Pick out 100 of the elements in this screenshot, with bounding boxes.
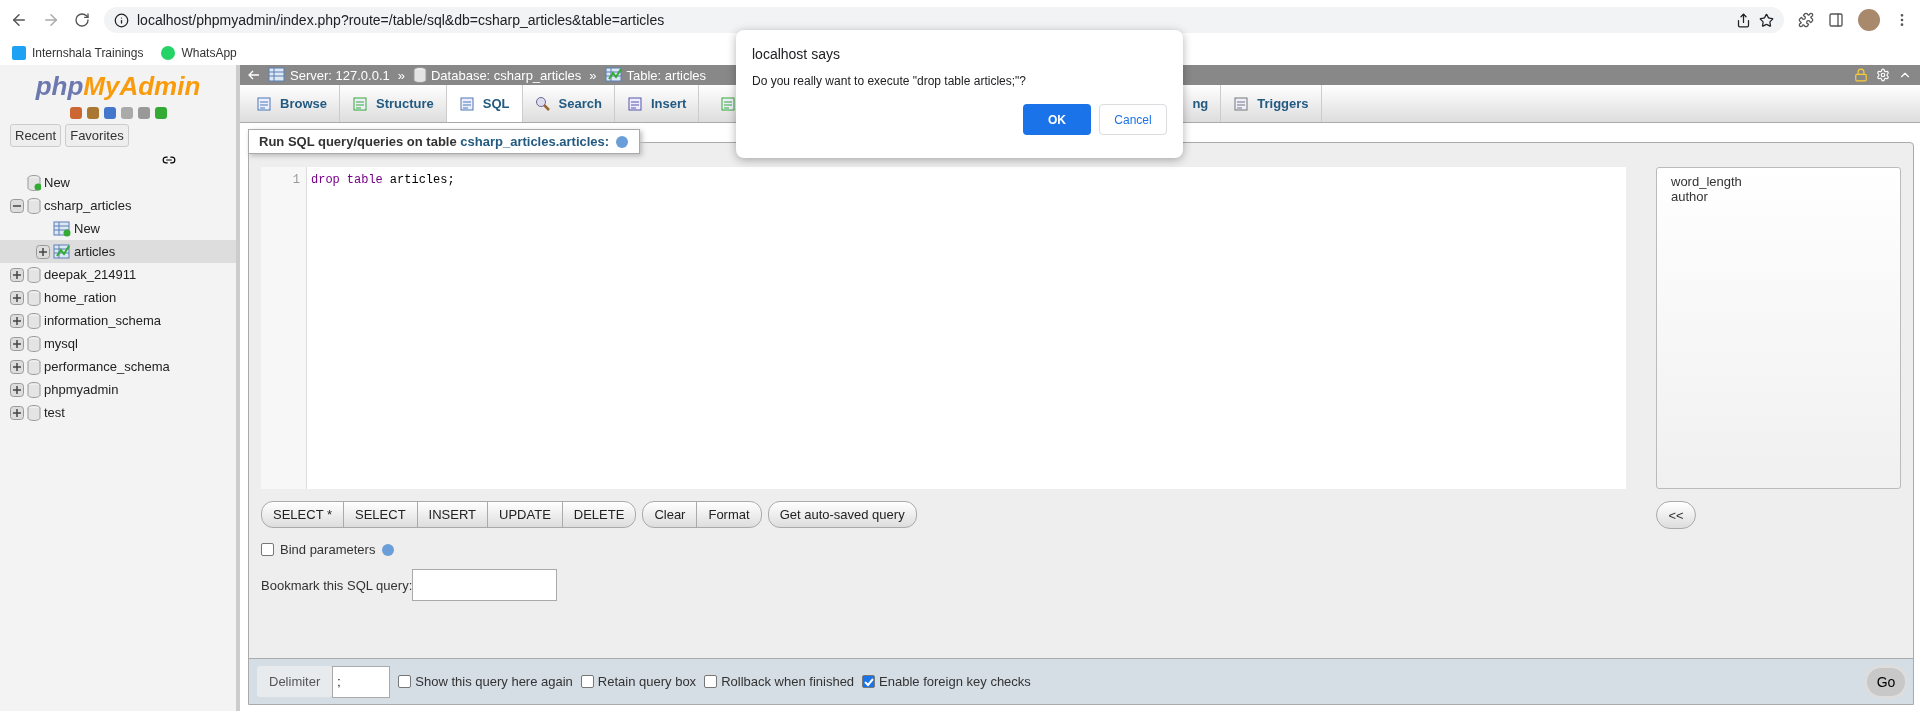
sidebar-tab[interactable]: Favorites [65, 124, 129, 147]
toolbar-icon[interactable] [102, 106, 117, 120]
help-icon[interactable] [381, 542, 396, 557]
toolbar-icon[interactable] [136, 106, 151, 120]
query-button[interactable]: DELETE [562, 502, 636, 527]
query-button[interactable]: Format [697, 502, 761, 527]
lock-icon[interactable] [1854, 68, 1868, 82]
expand-icon[interactable] [36, 244, 50, 259]
column-name[interactable]: word_length [1671, 174, 1886, 189]
side-panel-icon[interactable] [1828, 12, 1844, 28]
ok-button[interactable]: OK [1023, 104, 1091, 135]
tab[interactable]: Insert [614, 85, 700, 122]
query-button[interactable]: UPDATE [488, 502, 563, 527]
collapse-icon[interactable] [10, 198, 24, 213]
checkbox[interactable] [398, 675, 412, 688]
insert-column-button[interactable]: << [1656, 501, 1696, 529]
toolbar-icon[interactable] [153, 106, 168, 120]
expand-icon[interactable] [10, 359, 24, 374]
logo[interactable]: phpMyAdmin [0, 65, 236, 102]
bookmark-field[interactable] [412, 569, 558, 601]
query-button[interactable]: SELECT [344, 502, 418, 527]
tree-item[interactable]: performance_schema [0, 355, 236, 378]
database-icon [27, 197, 41, 214]
dialog-message: Do you really want to execute "drop table articles;"? [752, 74, 1027, 88]
tree-item[interactable]: phpmyadmin [0, 378, 236, 401]
search-icon [534, 95, 551, 112]
info-icon[interactable] [114, 12, 129, 28]
expand-icon[interactable] [10, 382, 24, 397]
star-icon[interactable] [1759, 12, 1774, 28]
separator: » [397, 67, 405, 83]
tab[interactable]: Structure [339, 85, 447, 122]
tree-item[interactable]: home_ration [0, 286, 236, 309]
checkbox[interactable] [862, 675, 876, 688]
column-list[interactable]: word_length author [1656, 167, 1901, 489]
tree-item[interactable]: mysql [0, 332, 236, 355]
tree-item[interactable]: information_schema [0, 309, 236, 332]
new-database-icon [27, 174, 41, 191]
tree-item[interactable]: test [0, 401, 236, 424]
table-icon [53, 243, 71, 260]
tree-item[interactable]: articles [0, 240, 236, 263]
line-number: 1 [291, 173, 300, 187]
query-button[interactable]: SELECT * [262, 502, 344, 527]
tree-item[interactable]: csharp_articles [0, 194, 236, 217]
checkbox[interactable] [580, 675, 594, 688]
go-button[interactable]: Go [1867, 667, 1905, 696]
cancel-button[interactable]: Cancel [1099, 104, 1167, 135]
reload-icon[interactable] [74, 12, 90, 28]
breadcrumb-link[interactable]: Database: csharp_articles [412, 67, 582, 83]
breadcrumb-link[interactable]: Table: articles [604, 67, 706, 83]
expand-icon[interactable] [10, 405, 24, 420]
settings-icon[interactable] [1876, 68, 1890, 82]
toolbar-icon[interactable] [85, 106, 100, 120]
delimiter-label: Delimiter [257, 666, 333, 697]
column-name[interactable]: author [1671, 189, 1886, 204]
bookmark[interactable]: WhatsApp [161, 45, 237, 60]
back-icon[interactable] [10, 11, 28, 29]
left-arrow-icon[interactable] [248, 70, 260, 80]
checkbox-label: Enable foreign key checks [879, 674, 1031, 689]
delimiter-field[interactable]: ; [332, 665, 391, 698]
address-bar[interactable]: localhost/phpmyadmin/index.php?route=/table/sql&db=csharp_articles&table=articles [104, 7, 1784, 33]
sql-editor[interactable]: 1 drop table articles; [261, 167, 1626, 489]
help-icon[interactable] [615, 134, 630, 149]
expand-icon[interactable] [10, 336, 24, 351]
link-icon[interactable] [162, 153, 176, 167]
tab[interactable]: SQL [446, 85, 523, 122]
expand-icon[interactable] [10, 267, 24, 282]
avatar[interactable] [1858, 9, 1880, 31]
tree-item[interactable]: New [0, 171, 236, 194]
query-button[interactable]: INSERT [417, 502, 489, 527]
query-button[interactable]: Clear [643, 502, 698, 527]
tree-item[interactable]: deepak_214911 [0, 263, 236, 286]
expand-icon[interactable] [10, 290, 24, 305]
bookmark[interactable]: Internshala Trainings [12, 45, 144, 60]
sidebar-tab[interactable]: Recent [10, 124, 62, 147]
structure-tab-icon [351, 95, 368, 112]
server-icon [268, 67, 286, 83]
tree-item[interactable]: New [0, 217, 236, 240]
separator: » [589, 67, 597, 83]
checkbox-label: Bind parameters [280, 542, 376, 557]
code-line: drop table articles; [311, 173, 456, 187]
tab[interactable]: Triggers [1221, 85, 1322, 122]
puzzle-icon[interactable] [1798, 12, 1814, 28]
panel-title-text: Run SQL query/queries on table csharp_articles.articles: [259, 134, 610, 149]
database-icon [27, 404, 41, 421]
tab[interactable]: Browse [244, 85, 340, 122]
square-logo-icon [12, 45, 26, 60]
table-icon [604, 67, 623, 83]
share-icon[interactable] [1736, 12, 1751, 28]
triggers-tab-icon [1233, 95, 1250, 112]
checkbox-label: Show this query here again [415, 674, 573, 689]
tab[interactable]: Search [522, 85, 615, 122]
breadcrumb-link[interactable]: Server: 127.0.0.1 [268, 67, 390, 83]
expand-icon[interactable] [10, 313, 24, 328]
checkbox[interactable] [704, 675, 718, 688]
checkbox[interactable] [261, 543, 274, 556]
toolbar-icon[interactable] [68, 106, 83, 120]
query-button[interactable]: Get auto-saved query [768, 502, 916, 527]
database-icon [27, 266, 41, 283]
forward-icon[interactable] [42, 11, 60, 29]
browse-tab-icon [256, 95, 272, 112]
